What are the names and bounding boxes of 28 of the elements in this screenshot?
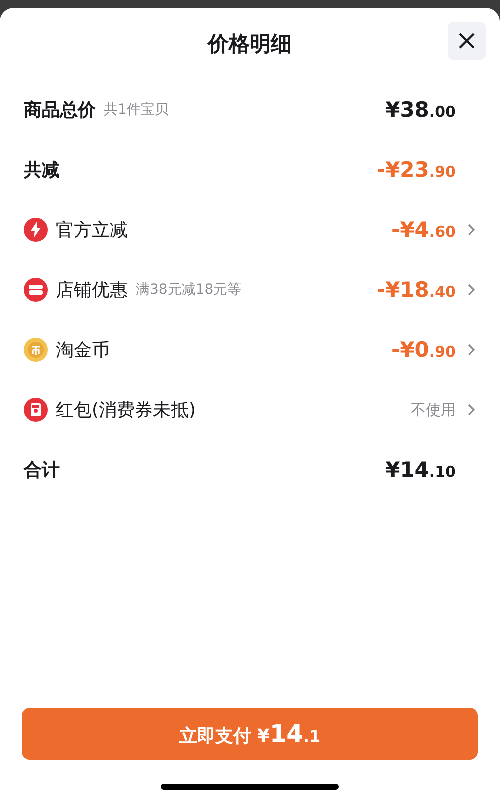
row-note: 满38元减18元等 <box>136 281 242 299</box>
row-label: 官方立减 <box>56 219 128 242</box>
pay-button[interactable]: 立即支付 ¥14.1 <box>22 708 478 760</box>
chevron-icon[interactable] <box>466 403 476 417</box>
close-icon <box>458 32 476 50</box>
shop-icon <box>24 278 48 302</box>
coin-icon <box>24 338 48 362</box>
price-text: ¥38.00 <box>386 98 456 122</box>
row-label: 店铺优惠 <box>56 279 128 302</box>
sheet-title: 价格明细 <box>208 31 292 58</box>
row-label: 合计 <box>24 459 60 482</box>
price-text: -¥4.60 <box>391 218 456 242</box>
row-label: 商品总价 <box>24 99 96 122</box>
lightning-icon <box>24 218 48 242</box>
price-text: -¥0.90 <box>391 338 456 362</box>
price-text: -¥18.40 <box>376 278 456 302</box>
row-label: 淘金币 <box>56 339 110 362</box>
chevron-icon[interactable] <box>466 343 476 357</box>
chevron-icon[interactable] <box>466 223 476 237</box>
close-button[interactable] <box>448 22 486 60</box>
price-text: -¥23.90 <box>376 158 456 182</box>
chevron-icon[interactable] <box>466 283 476 297</box>
row-label: 红包(消费券未抵) <box>56 399 196 422</box>
envelope-icon <box>24 398 48 422</box>
row-note: 共1件宝贝 <box>104 101 169 119</box>
row-value: 不使用 <box>411 400 456 420</box>
row-label: 共减 <box>24 159 60 182</box>
price-text: ¥14.10 <box>386 458 456 482</box>
